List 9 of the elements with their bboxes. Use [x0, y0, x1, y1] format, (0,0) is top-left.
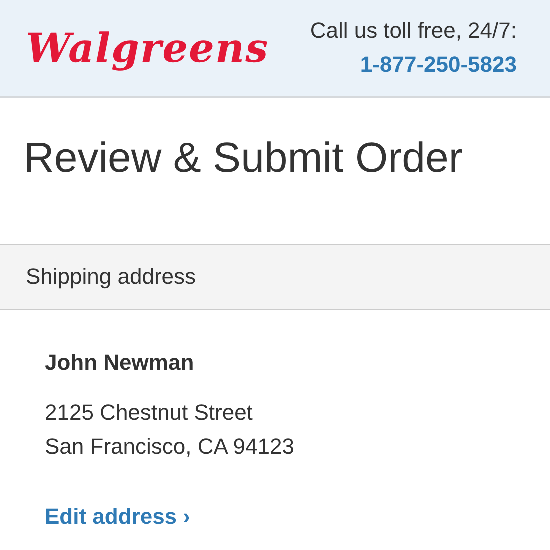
recipient-name: John Newman [45, 350, 196, 376]
section-heading: Shipping address [0, 244, 550, 310]
address-line: 2125 Chestnut Street [45, 399, 254, 427]
address-line: San Francisco, CA 94123 [45, 433, 296, 461]
phone-link[interactable]: 1-877-250-5823 [360, 52, 517, 78]
page-title: Review & Submit Order [23, 133, 464, 183]
logo[interactable]: Walgreens [26, 24, 270, 72]
call-label: Call us toll free, 24/7: [310, 18, 517, 44]
edit-address-link[interactable]: Edit address › [45, 504, 190, 530]
